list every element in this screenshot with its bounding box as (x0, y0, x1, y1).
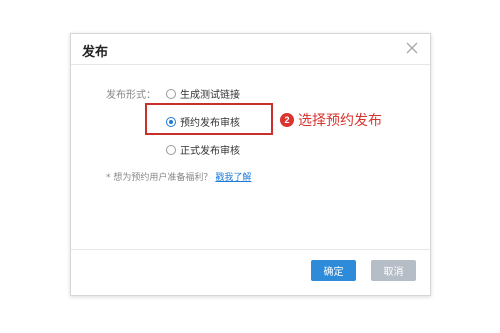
publish-dialog: 发布 确定 取消 (70, 33, 431, 296)
step-instruction-text: 选择预约发布 (298, 113, 382, 129)
highlight-box (145, 103, 273, 135)
radio-button[interactable] (166, 144, 176, 155)
confirm-button[interactable]: 确定 (311, 260, 356, 281)
radio-option-label: 正式发布审核 (180, 146, 240, 157)
radio-option-label: 生成测试链接 (180, 90, 240, 101)
publish-type-label: 发布形式： (106, 90, 156, 101)
dialog-header: 发布 (71, 34, 430, 65)
cancel-button[interactable]: 取消 (371, 260, 416, 281)
learn-more-link[interactable]: 戳我了解 (215, 170, 251, 183)
welfare-hint: * 想为预约用户准备福利？ 戳我了解 (106, 170, 251, 183)
radio-option-test-link[interactable]: 生成测试链接 (166, 86, 240, 101)
radio-button[interactable] (166, 88, 176, 99)
close-icon[interactable] (404, 40, 420, 56)
hint-text: * 想为预约用户准备福利？ (106, 173, 213, 183)
radio-option-official-review[interactable]: 正式发布审核 (166, 142, 240, 157)
dialog-title: 发布 (82, 45, 109, 60)
step-number-badge: 2 (280, 113, 294, 127)
dialog-footer: 确定 取消 (71, 249, 430, 295)
